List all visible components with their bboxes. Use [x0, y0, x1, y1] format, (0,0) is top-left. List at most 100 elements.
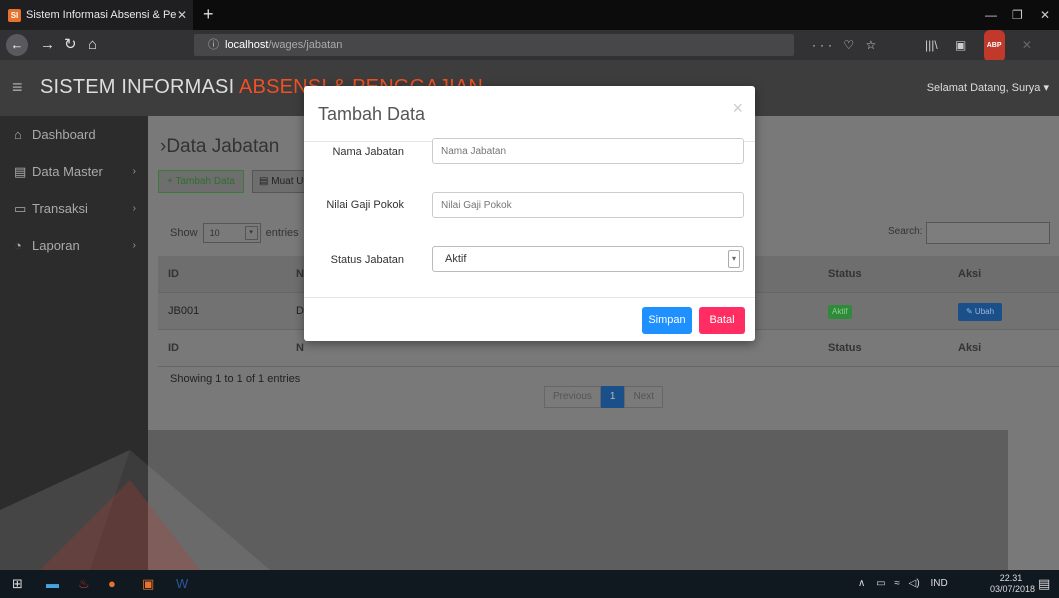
sidebar-item-data-master[interactable]: ▤ Data Master ›	[0, 153, 148, 190]
forward-arrow-icon[interactable]: →	[40, 30, 55, 60]
hamburger-icon[interactable]: ≡	[12, 77, 23, 98]
window-close-button[interactable]: ✕	[1040, 0, 1050, 30]
edit-button[interactable]: ✎ Ubah	[958, 303, 1003, 321]
modal-close-icon[interactable]: ×	[732, 98, 743, 119]
system-tray: ∧ ▭ ≈ ◁) IND	[858, 570, 948, 598]
app-title-main: SISTEM INFORMASI	[40, 76, 239, 98]
column-footer-name: N	[296, 342, 304, 354]
add-data-button[interactable]: + Tambah Data	[158, 170, 244, 193]
cancel-button[interactable]: Batal	[699, 307, 745, 334]
windows-start-icon[interactable]: ⊞	[12, 570, 23, 598]
browser-tab[interactable]: SI Sistem Informasi Absensi & Pe ✕	[0, 0, 193, 30]
list-icon: ▤	[14, 164, 27, 179]
sidebar-item-transaksi[interactable]: ▭ Transaksi ›	[0, 190, 148, 227]
page-info-icon[interactable]: ⓘ	[208, 39, 219, 51]
page-title: ›Data Jabatan	[160, 136, 280, 157]
page-length-control: Show 10 ▾ entries	[170, 223, 299, 243]
site-favicon-icon: SI	[8, 9, 21, 22]
taskbar: ⊞ ▬ ♨ ● ▣ W ∧ ▭ ≈ ◁) IND 22.31 03/07/201…	[0, 570, 1059, 598]
reload-icon[interactable]: ↻	[64, 30, 77, 60]
position-name-label: Nama Jabatan	[332, 146, 404, 158]
volume-icon[interactable]: ◁)	[909, 578, 920, 589]
clock-time: 22.31	[999, 573, 1023, 583]
taskbar-app-icon[interactable]: ▣	[142, 570, 154, 598]
clock[interactable]: 22.31 03/07/2018	[990, 573, 1035, 595]
new-tab-button[interactable]: +	[203, 0, 214, 28]
status-badge: Aktif	[828, 305, 852, 319]
wifi-icon[interactable]: ≈	[894, 578, 900, 589]
sidebar-item-laporan[interactable]: ◔ Laporan ›	[0, 227, 148, 264]
tab-title: Sistem Informasi Absensi & Pe	[26, 9, 177, 21]
column-footer-status: Status	[828, 342, 862, 354]
position-status-value: Aktif	[445, 253, 467, 265]
cell-action: ✎ Ubah	[958, 293, 1003, 330]
browser-tab-bar: SI Sistem Informasi Absensi & Pe ✕ + — ❐…	[0, 0, 1059, 30]
page-length-select[interactable]: 10 ▾	[202, 223, 261, 243]
app-icon[interactable]: ♨	[78, 570, 90, 598]
url-actions: ··· ♡ ☆	[812, 30, 880, 60]
base-salary-label: Nilai Gaji Pokok	[326, 199, 404, 211]
cell-id: JB001	[168, 305, 200, 317]
page-actions-icon[interactable]: ···	[812, 38, 836, 52]
chevron-right-icon: ›	[132, 166, 136, 177]
chevron-right-icon: ›	[132, 203, 136, 214]
column-header-id[interactable]: ID	[168, 256, 179, 293]
save-button[interactable]: Simpan	[642, 307, 692, 334]
load-button[interactable]: ▤ Muat U	[252, 170, 312, 193]
search-label: Search:	[888, 226, 923, 237]
chevron-down-icon: ▾	[244, 226, 258, 240]
sidebar-item-label: Data Master	[32, 164, 103, 179]
column-footer-id: ID	[168, 342, 179, 354]
monitor-icon: ▭	[14, 201, 27, 216]
bookmark-star-icon[interactable]: ☆	[865, 38, 880, 52]
sidebar-item-label: Laporan	[32, 238, 80, 253]
column-footer-action: Aksi	[958, 342, 982, 354]
word-icon[interactable]: W	[176, 570, 188, 598]
url-host: localhost	[225, 39, 269, 51]
column-header-status[interactable]: Status	[828, 256, 862, 293]
chevron-down-icon: ▾	[728, 250, 740, 268]
url-bar[interactable]: ⓘ localhost/wages/jabatan	[194, 34, 794, 56]
search-input[interactable]	[926, 222, 1050, 244]
adblock-icon[interactable]: ABP	[983, 30, 1005, 62]
sidebar-item-dashboard[interactable]: ⌂ Dashboard	[0, 116, 148, 153]
show-label: Show	[170, 226, 198, 239]
pocket-icon[interactable]: ♡	[843, 38, 858, 52]
sidebar-item-label: Dashboard	[32, 127, 96, 142]
tray-chevron-up-icon[interactable]: ∧	[858, 578, 865, 589]
sidebar-toggle-icon[interactable]: ▣	[955, 38, 966, 52]
modal-footer: Simpan Batal	[304, 297, 755, 341]
maximize-button[interactable]: ❐	[1012, 0, 1023, 30]
document-icon: ▤	[259, 176, 272, 187]
home-icon[interactable]: ⌂	[88, 30, 97, 60]
user-greeting[interactable]: Selamat Datang, Surya ▾	[927, 81, 1049, 94]
library-icon[interactable]: |||\	[925, 38, 938, 52]
modal-header: Tambah Data ×	[304, 86, 755, 142]
firefox-icon[interactable]: ●	[108, 570, 116, 598]
file-explorer-icon[interactable]: ▬	[46, 570, 59, 598]
position-name-input[interactable]	[432, 138, 744, 164]
pie-chart-icon: ◔	[14, 238, 22, 253]
base-salary-input[interactable]	[432, 192, 744, 218]
battery-icon[interactable]: ▭	[876, 578, 885, 589]
pagination-next[interactable]: Next	[624, 386, 664, 408]
pagination-page-1[interactable]: 1	[600, 386, 625, 408]
minimize-button[interactable]: —	[985, 0, 997, 30]
browser-nav-bar: ← → ↻ ⌂ ⓘ localhost/wages/jabatan ··· ♡ ☆…	[0, 30, 1059, 85]
back-arrow-icon[interactable]: ←	[6, 34, 28, 56]
column-header-action[interactable]: Aksi	[958, 256, 981, 293]
table-info: Showing 1 to 1 of 1 entries	[170, 373, 301, 385]
modal-title: Tambah Data	[318, 104, 426, 124]
add-data-modal: Tambah Data × Nama Jabatan Nilai Gaji Po…	[304, 86, 755, 341]
language-indicator[interactable]: IND	[930, 578, 947, 589]
sidebar-item-label: Transaksi	[32, 201, 88, 216]
notifications-icon[interactable]: ▤	[1038, 570, 1050, 598]
toolbar-icons: |||\ ▣ ABP ✕ ≡	[925, 30, 1059, 85]
tab-close-icon[interactable]: ✕	[177, 0, 187, 30]
url-path: /wages/jabatan	[268, 39, 343, 51]
position-status-select[interactable]: Aktif ▾	[432, 246, 744, 272]
extension-icon[interactable]: ✕	[1022, 38, 1032, 52]
position-status-label: Status Jabatan	[330, 254, 404, 266]
pagination-previous[interactable]: Previous	[544, 386, 601, 408]
home-icon: ⌂	[14, 127, 22, 142]
